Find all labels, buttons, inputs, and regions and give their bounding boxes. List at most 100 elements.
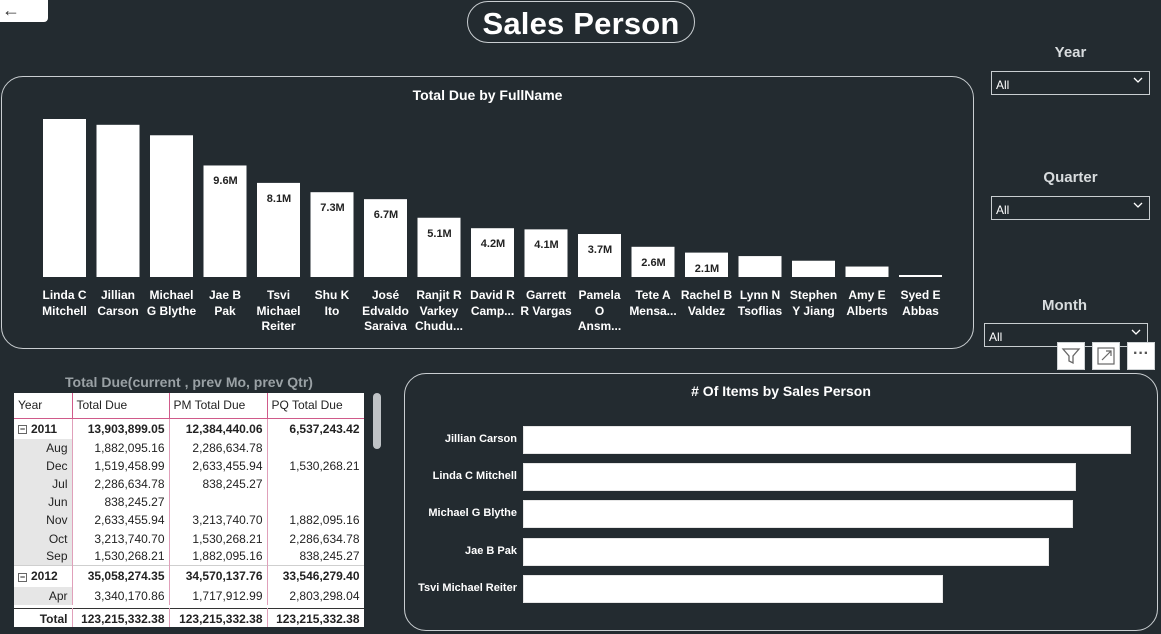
hbar-chart-title: # Of Items by Sales Person bbox=[691, 383, 871, 399]
bar-category-label: Rachel B Valdez bbox=[680, 288, 733, 318]
chevron-down-icon bbox=[1131, 329, 1141, 335]
cell-pm-total-due: 12,384,440.06 bbox=[169, 417, 268, 439]
row-label[interactable]: −2011 bbox=[14, 417, 73, 439]
hbar[interactable] bbox=[523, 574, 943, 603]
filter-button[interactable] bbox=[1057, 342, 1085, 370]
hbar-category-label: Jillian Carson bbox=[444, 433, 517, 445]
bar-value-label: 4.2M bbox=[480, 238, 506, 251]
cell-pq-total-due: 2,803,298.04 bbox=[267, 586, 364, 605]
bar-category-label: Michael G Blythe bbox=[146, 288, 197, 318]
back-button[interactable]: ← bbox=[0, 0, 48, 22]
bar-category-label: Lynn N Tsoflias bbox=[737, 288, 783, 318]
column-header-pq-total-due[interactable]: PQ Total Due bbox=[267, 393, 364, 419]
row-label: Nov bbox=[14, 511, 73, 530]
month-row[interactable]: Apr 3,340,170.86 1,717,912.99 2,803,298.04 bbox=[14, 586, 364, 605]
scroll-thumb[interactable] bbox=[373, 393, 381, 449]
cell-pm-total-due: 1,530,268.21 bbox=[169, 529, 268, 548]
year-row[interactable]: −2012 35,058,274.35 34,570,137.76 33,546,27… bbox=[14, 565, 364, 587]
month-row[interactable]: Oct 3,213,740.70 1,530,268.21 2,286,634.78 bbox=[14, 529, 364, 548]
month-slicer-value: All bbox=[989, 330, 1003, 344]
bar-category-label: Jillian Carson bbox=[97, 288, 139, 318]
bar-value-label: 9.6M bbox=[213, 175, 238, 188]
bar-category-label: Tsvi Michael Reiter bbox=[256, 288, 301, 333]
cell-pq-total-due: 1,530,268.21 bbox=[267, 457, 364, 476]
bar-category-label: Garrett R Vargas bbox=[520, 288, 572, 318]
cell-pq-total-due: 6,537,243.42 bbox=[267, 417, 364, 439]
column-header-year[interactable]: Year bbox=[14, 393, 73, 419]
month-row[interactable]: Nov 2,633,455.94 3,213,740.70 1,882,095.16 bbox=[14, 511, 364, 530]
month-row[interactable]: Sep 1,530,268.21 1,882,095.16 838,245.27 bbox=[14, 547, 364, 566]
cell-pq-total-due: 33,546,279.40 bbox=[267, 565, 364, 587]
row-label[interactable]: −2012 bbox=[14, 565, 73, 587]
more-options-button[interactable]: ··· bbox=[1127, 342, 1155, 370]
bar-value-label: 3.7M bbox=[587, 244, 613, 256]
row-label: Apr bbox=[14, 586, 73, 605]
cell-total-due: 1,519,458.99 bbox=[72, 457, 170, 476]
bar-category-label: Tete A Mensa... bbox=[629, 288, 677, 318]
cell-total-due: 35,058,274.35 bbox=[72, 565, 170, 587]
bar-category-label: Stephen Y Jiang bbox=[789, 288, 838, 318]
row-label: Dec bbox=[14, 457, 73, 476]
total-label: Total bbox=[14, 608, 73, 627]
hbar[interactable] bbox=[523, 537, 1049, 566]
bar-category-label: Shu K Ito bbox=[314, 288, 350, 318]
cell-total-due: 3,340,170.86 bbox=[72, 586, 170, 605]
cell-total-due: 1,530,268.21 bbox=[72, 547, 170, 566]
year-row[interactable]: −2011 13,903,899.05 12,384,440.06 6,537,243… bbox=[14, 417, 364, 439]
month-row[interactable]: Jul 2,286,634.78 838,245.27 bbox=[14, 475, 364, 494]
hbar[interactable] bbox=[523, 500, 1074, 529]
month-row[interactable]: Jun 838,245.27 bbox=[14, 493, 364, 512]
bar-category-label: Ranjit R Varkey Chudu... bbox=[415, 288, 463, 333]
matrix-scrollbar[interactable] bbox=[373, 393, 381, 625]
month-row[interactable]: Dec 1,519,458.99 2,633,455.94 1,530,268.21 bbox=[14, 457, 364, 476]
cell-pm-total-due: 2,633,455.94 bbox=[169, 457, 268, 476]
chevron-down-icon bbox=[1133, 77, 1143, 83]
cell-pq-total-due bbox=[267, 493, 364, 512]
year-slicer-dropdown[interactable]: All bbox=[991, 71, 1150, 95]
cell-pm-total-due bbox=[169, 493, 268, 512]
bar-category-label: Syed E Abbas bbox=[900, 288, 941, 318]
cell-pm-total-due: 123,215,332.38 bbox=[169, 608, 268, 627]
column-header-total-due[interactable]: Total Due bbox=[72, 393, 170, 419]
year-slicer-value: All bbox=[996, 78, 1010, 92]
collapse-icon[interactable]: − bbox=[18, 572, 27, 582]
month-row[interactable]: Aug 1,882,095.16 2,286,634.78 bbox=[14, 439, 364, 458]
cell-pm-total-due: 1,882,095.16 bbox=[169, 547, 268, 566]
bar-category-label: José Edvaldo Saraiva bbox=[362, 288, 409, 333]
hbar[interactable] bbox=[523, 463, 1077, 492]
cell-pm-total-due: 3,213,740.70 bbox=[169, 511, 268, 530]
bar-value-label: 5.1M bbox=[427, 227, 452, 240]
cell-total-due: 2,633,455.94 bbox=[72, 511, 170, 530]
cell-pq-total-due bbox=[267, 475, 364, 494]
page-title: Sales Person bbox=[467, 1, 695, 43]
row-label: Oct bbox=[14, 529, 73, 548]
cell-pq-total-due: 123,215,332.38 bbox=[267, 608, 364, 627]
quarter-slicer-value: All bbox=[996, 203, 1010, 217]
year-slicer-title: Year bbox=[1054, 44, 1087, 61]
hbar-category-label: Jae B Pak bbox=[465, 544, 517, 557]
cell-pm-total-due: 1,717,912.99 bbox=[169, 586, 268, 605]
cell-total-due: 13,903,899.05 bbox=[72, 417, 170, 439]
bar-category-label: Jae B Pak bbox=[208, 288, 242, 318]
cell-total-due: 3,213,740.70 bbox=[72, 529, 170, 548]
quarter-slicer-title: Quarter bbox=[1043, 169, 1098, 186]
hbar-category-label: Michael G Blythe bbox=[428, 507, 517, 520]
bar-value-label: 2.1M bbox=[694, 262, 720, 275]
row-label: Jul bbox=[14, 475, 73, 494]
hbar-category-label: Linda C Mitchell bbox=[432, 470, 517, 483]
bar-category-label: Amy E Alberts bbox=[846, 288, 888, 318]
total-row: Total 123,215,332.38 123,215,332.38 123,215… bbox=[14, 608, 364, 627]
column-header-pm-total-due[interactable]: PM Total Due bbox=[169, 393, 268, 419]
cell-total-due: 838,245.27 bbox=[72, 493, 170, 512]
cell-pq-total-due bbox=[267, 439, 364, 458]
hbar[interactable] bbox=[523, 426, 1131, 454]
cell-pm-total-due: 2,286,634.78 bbox=[169, 439, 268, 458]
total-due-matrix[interactable]: Year Total Due PM Total Due PQ Total Due… bbox=[14, 393, 364, 627]
cell-total-due: 123,215,332.38 bbox=[72, 608, 170, 627]
month-slicer-title: Month bbox=[1042, 297, 1087, 314]
collapse-icon[interactable]: − bbox=[18, 425, 27, 435]
quarter-slicer-dropdown[interactable]: All bbox=[991, 196, 1150, 220]
cell-pm-total-due: 34,570,137.76 bbox=[169, 565, 268, 587]
bar-category-label: David R Camp... bbox=[470, 288, 515, 318]
focus-mode-button[interactable] bbox=[1092, 342, 1120, 370]
